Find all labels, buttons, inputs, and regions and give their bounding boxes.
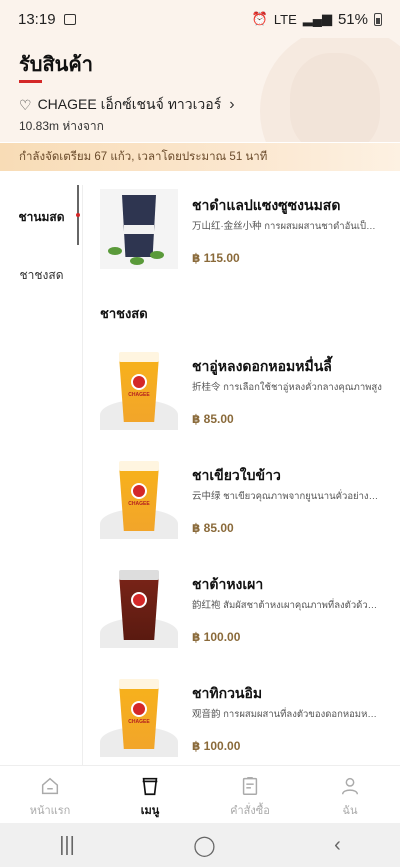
battery-percent: 51% [337,10,368,28]
product-price: ฿ 85.00 [192,412,234,426]
header-decoration-face [290,53,380,142]
cup-brand-text: CHAGEE [128,501,150,507]
cup-foam [119,461,159,471]
nav-orders[interactable]: คำสั่งซื้อ [200,766,300,823]
section-title-fresh-brew: ชาชงสด [100,306,148,321]
product-name[interactable]: ชาดำแลปแซงซูซงนมสด [192,195,340,217]
chagee-logo-icon [131,701,147,717]
cup-band [124,225,154,234]
nav-menu-label[interactable]: เมนู [141,801,160,819]
status-bar: 13:19 ⏰ LTE ▂▄▆ 51% [0,0,400,38]
category-sidebar: ชานมสด ชาชงสด [0,185,83,765]
product-item[interactable]: CHAGEE ชาอู่หลงดอกหอมหมื่นลี้ 折桂令 การเลื… [84,350,400,450]
bottom-nav: หน้าแรก เมนู คำสั่งซื้อ ฉัน [0,765,400,823]
store-selector[interactable]: ♡ CHAGEE เอ็กซ์เชนจ์ ทาวเวอร์ › [19,94,235,116]
title-underline [19,80,42,83]
cup-foam [119,352,159,362]
order-icon[interactable] [239,775,261,797]
queue-notice-text: กำลังจัดเตรียม 67 แก้ว, เวลาโดยประมาณ 51… [19,151,268,163]
product-image[interactable]: CHAGEE [100,677,178,757]
product-list[interactable]: ชาดำแลปแซงซูซงนมสด 万山红·金丝小种 การผสมผสานชา… [84,185,400,765]
chevron-right-icon[interactable]: › [229,96,234,114]
recent-apps-icon[interactable]: ||| [59,834,75,857]
status-time: 13:19 [18,10,56,28]
product-price: ฿ 115.00 [192,251,240,265]
product-description: 观音韵 การผสมผสานที่ลงตัวของดอกหอมหมื่นลี้ [192,709,382,720]
leaf-decoration [130,257,144,265]
product-description: 万山红·金丝小种 การผสมผสานชาดำอันเป็นเอกลักษณ์ [192,221,382,232]
product-item[interactable]: ชาดำแลปแซงซูซงนมสด 万山红·金丝小种 การผสมผสานชา… [84,189,400,289]
product-name[interactable]: ชาเขียวใบข้าว [192,465,281,487]
nav-profile[interactable]: ฉัน [300,766,400,823]
product-item[interactable]: CHAGEE ชาทิกวนอิม 观音韵 การผสมผสานที่ลงตัว… [84,677,400,765]
cup-foam [119,679,159,689]
sidebar-item-fresh-milk-tea[interactable]: ชานมสด [0,208,83,227]
pickup-header: รับสินค้า ♡ CHAGEE เอ็กซ์เชนจ์ ทาวเวอร์ … [0,38,400,142]
heart-icon[interactable]: ♡ [19,97,32,114]
cup-brand-text: CHAGEE [128,392,150,398]
nav-menu[interactable]: เมนู [100,766,200,823]
product-item[interactable]: ชาต้าหงเผา 韵红袍 สัมผัสชาต้าหงเผาคุณภาพที่… [84,568,400,668]
nav-home-label[interactable]: หน้าแรก [30,801,71,819]
sidebar-item-fresh-brew-tea[interactable]: ชาชงสด [0,266,83,285]
alarm-icon: ⏰ [251,11,268,26]
chagee-logo-icon [131,483,147,499]
profile-icon[interactable] [339,775,361,797]
queue-notice: กำลังจัดเตรียม 67 แก้ว, เวลาโดยประมาณ 51… [0,143,400,171]
page-title: รับสินค้า [19,54,93,76]
product-image[interactable] [100,189,178,269]
product-description: 折桂令 การเลือกใช้ชาอู่หลงคั่วกลางคุณภาพสูง [192,382,382,393]
product-price: ฿ 85.00 [192,521,234,535]
home-icon[interactable] [39,775,61,797]
product-description: 云中绿 ชาเขียวคุณภาพจากยูนนานคั่วอย่างพิถีพ… [192,491,382,502]
product-name[interactable]: ชาอู่หลงดอกหอมหมื่นลี้ [192,356,332,378]
nav-orders-label[interactable]: คำสั่งซื้อ [230,801,270,819]
product-price: ฿ 100.00 [192,630,241,644]
cup-brand-text: CHAGEE [128,719,150,725]
cup-icon[interactable] [139,775,161,797]
chagee-logo-icon [131,592,147,608]
product-name[interactable]: ชาทิกวนอิม [192,683,262,705]
product-item[interactable]: CHAGEE ชาเขียวใบข้าว 云中绿 ชาเขียวคุณภาพจา… [84,459,400,559]
product-image[interactable]: CHAGEE [100,350,178,430]
system-nav: ||| ◯ ‹ [0,823,400,867]
store-distance: 10.83m ห่างจาก [19,119,104,133]
network-label: LTE [273,11,297,27]
nav-home[interactable]: หน้าแรก [0,766,100,823]
product-description: 韵红袍 สัมผัสชาต้าหงเผาคุณภาพที่ลงตัวด้วยกล… [192,600,382,611]
cup-lid [119,570,159,580]
nav-profile-label[interactable]: ฉัน [342,801,357,819]
status-icons: ⏰ LTE ▂▄▆ 51% [252,11,382,28]
leaf-decoration [150,251,164,259]
back-icon[interactable]: ‹ [334,834,341,857]
leaf-decoration [108,247,122,255]
signal-icon: ▂▄▆ [302,11,332,26]
store-name[interactable]: CHAGEE เอ็กซ์เชนจ์ ทาวเวอร์ [38,94,222,116]
chagee-logo-icon [131,374,147,390]
battery-icon [374,12,382,26]
product-name[interactable]: ชาต้าหงเผา [192,574,263,596]
product-image[interactable]: CHAGEE [100,459,178,539]
product-price: ฿ 100.00 [192,739,241,753]
product-image[interactable] [100,568,178,648]
home-button-icon[interactable]: ◯ [193,833,215,858]
gallery-notification-icon [63,13,76,25]
